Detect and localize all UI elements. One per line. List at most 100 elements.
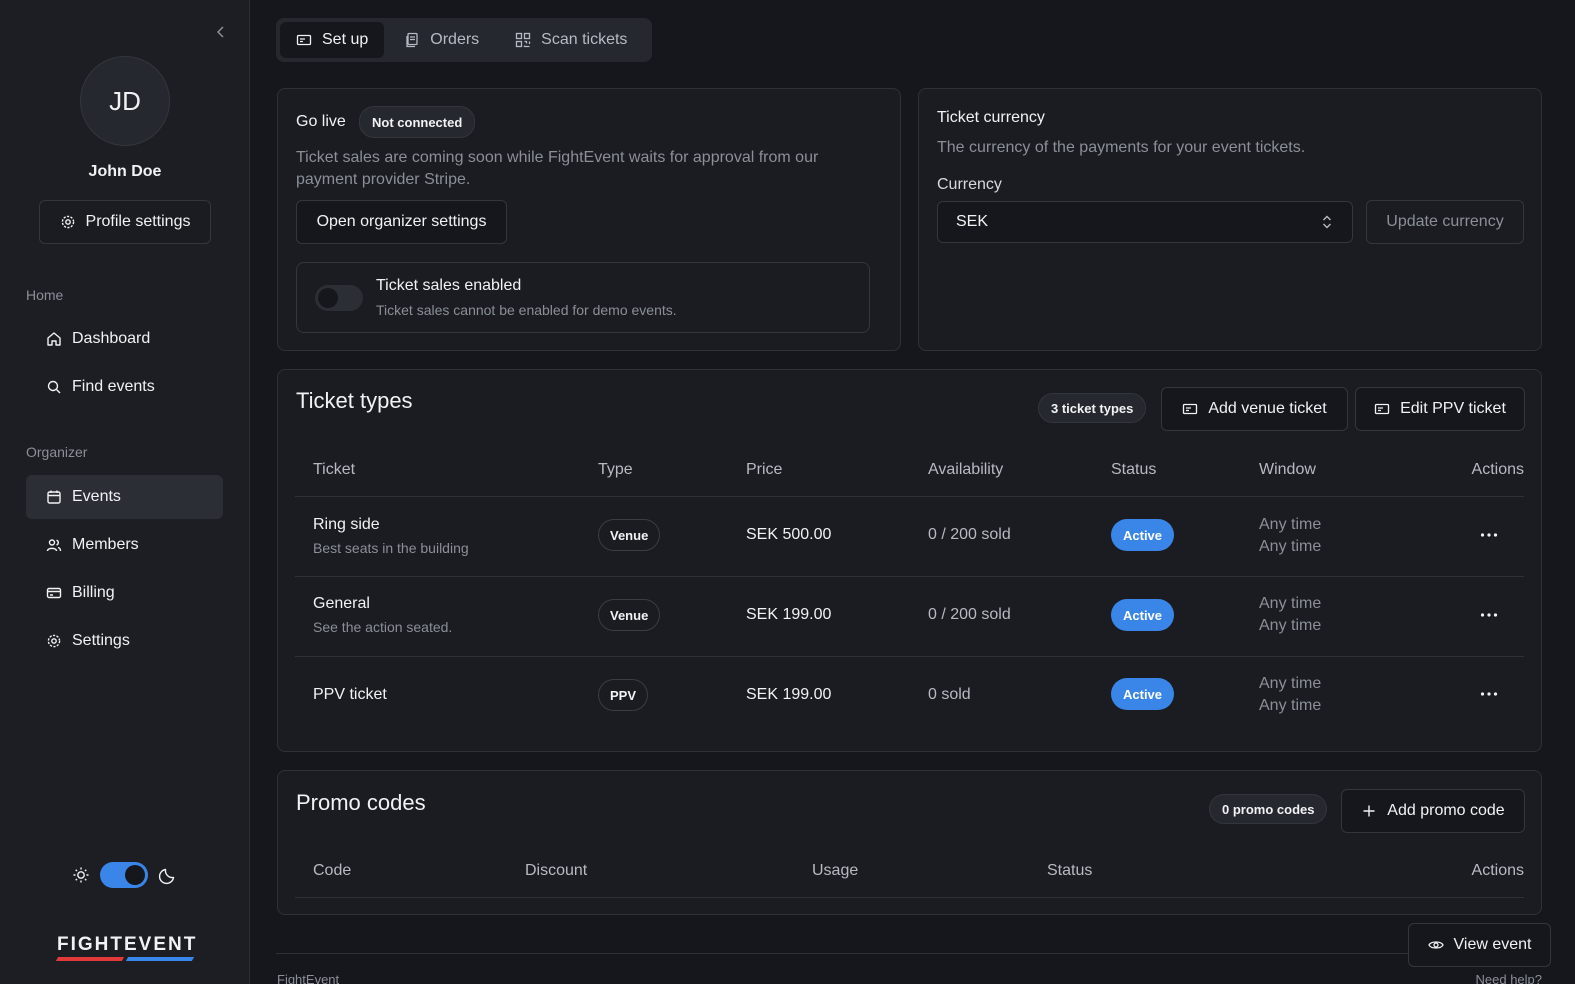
column-header-ticket: Ticket	[313, 461, 356, 478]
logo-text: FIGHTEVENT	[57, 934, 198, 955]
sidebar-item-billing[interactable]: Billing	[26, 571, 223, 615]
tab-scan-tickets[interactable]: Scan tickets	[499, 22, 643, 58]
tab-label: Set up	[322, 31, 369, 48]
button-label: View event	[1453, 936, 1532, 953]
event-tabs: Set up Orders Scan tickets	[276, 18, 652, 62]
column-header-actions: Actions	[1471, 862, 1524, 879]
status-badge: Active	[1111, 519, 1175, 551]
ticket-icon	[1183, 403, 1198, 415]
nav-section-organizer: Organizer	[26, 444, 88, 460]
column-header-availability: Availability	[928, 461, 1004, 478]
plus-icon	[1363, 805, 1375, 817]
footer-divider	[276, 953, 1542, 954]
sidebar-item-label: Dashboard	[72, 330, 151, 347]
ticket-availability: 0 sold	[928, 686, 971, 703]
row-actions-menu-icon[interactable]	[1477, 603, 1501, 627]
search-icon	[47, 380, 61, 394]
column-header-status: Status	[1047, 862, 1093, 879]
view-event-button[interactable]: View event	[1408, 923, 1551, 967]
ticket-description: Best seats in the building	[313, 540, 469, 556]
ticket-sales-toggle-label: Ticket sales enabled	[376, 277, 522, 294]
ticket-availability: 0 / 200 sold	[928, 606, 1011, 623]
ticket-price: SEK 199.00	[746, 606, 832, 623]
column-header-type: Type	[598, 461, 633, 478]
sidebar-item-find-events[interactable]: Find events	[26, 365, 223, 409]
sidebar-item-label: Settings	[72, 632, 130, 649]
sidebar: JD John Doe Profile settings Home Dashbo…	[0, 0, 250, 984]
user-name: John Doe	[88, 163, 162, 180]
tab-label: Scan tickets	[541, 31, 628, 48]
dark-mode-switch[interactable]	[100, 862, 148, 888]
avatar-initials: JD	[109, 85, 141, 116]
edit-ppv-ticket-button[interactable]: Edit PPV ticket	[1355, 387, 1525, 431]
window-start: Any time	[1259, 595, 1322, 612]
qr-icon	[516, 32, 531, 48]
row-actions-menu-icon[interactable]	[1477, 523, 1501, 547]
promo-codes-title: Promo codes	[296, 790, 426, 815]
open-organizer-settings-button[interactable]: Open organizer settings	[296, 200, 507, 244]
button-label: Add promo code	[1387, 802, 1505, 819]
row-divider	[295, 576, 1524, 577]
button-label: Edit PPV ticket	[1400, 400, 1506, 417]
eye-icon	[1427, 941, 1444, 949]
go-live-description: Ticket sales are coming soon while Fight…	[296, 149, 819, 188]
window-start: Any time	[1259, 516, 1322, 533]
ticket-sales-toggle[interactable]	[315, 285, 363, 311]
tab-orders[interactable]: Orders	[388, 22, 495, 58]
ticket-icon	[1374, 403, 1390, 415]
currency-title: Ticket currency	[937, 109, 1045, 126]
sidebar-item-label: Events	[72, 488, 121, 505]
tab-set-up[interactable]: Set up	[280, 22, 385, 58]
update-currency-button[interactable]: Update currency	[1366, 200, 1524, 244]
currency-description: The currency of the payments for your ev…	[937, 139, 1306, 156]
tab-label: Orders	[430, 31, 480, 48]
collapse-sidebar-icon[interactable]	[213, 24, 229, 40]
column-header-price: Price	[746, 461, 783, 478]
sidebar-item-members[interactable]: Members	[26, 523, 223, 567]
connection-status-badge: Not connected	[359, 106, 476, 138]
ticket-price: SEK 500.00	[746, 526, 832, 543]
ticket-sales-toggle-description: Ticket sales cannot be enabled for demo …	[376, 302, 677, 318]
profile-settings-button[interactable]: Profile settings	[39, 200, 211, 244]
window-end: Any time	[1259, 697, 1322, 714]
header-divider	[295, 496, 1524, 497]
users-icon	[46, 539, 62, 552]
ticket-name: Ring side	[313, 516, 380, 533]
fightevent-logo: FIGHTEVENT	[55, 934, 198, 961]
ticket-type-badge: Venue	[598, 519, 661, 551]
sidebar-item-label: Members	[72, 536, 139, 553]
row-actions-menu-icon[interactable]	[1477, 682, 1501, 706]
credit-card-icon	[46, 587, 62, 599]
ticket-availability: 0 / 200 sold	[928, 526, 1011, 543]
sun-icon[interactable]	[72, 866, 90, 884]
row-divider	[295, 656, 1524, 657]
button-label: Add venue ticket	[1208, 400, 1327, 417]
status-badge: Active	[1111, 678, 1175, 710]
sidebar-item-settings[interactable]: Settings	[26, 619, 223, 663]
ticket-types-title: Ticket types	[296, 388, 413, 413]
chevron-up-down-icon	[1323, 215, 1331, 229]
ticket-type-badge: PPV	[598, 679, 649, 711]
currency-select[interactable]: SEK	[937, 201, 1353, 243]
button-label: Update currency	[1386, 213, 1504, 230]
ticket-name: PPV ticket	[313, 686, 387, 703]
sidebar-item-label: Find events	[72, 378, 155, 395]
add-promo-code-button[interactable]: Add promo code	[1341, 789, 1525, 833]
window-end: Any time	[1259, 617, 1322, 634]
promo-codes-count-badge: 0 promo codes	[1209, 794, 1328, 824]
home-icon	[47, 332, 61, 346]
status-badge: Active	[1111, 599, 1175, 631]
ticket-type-badge: Venue	[598, 599, 661, 631]
ticket-price: SEK 199.00	[746, 686, 832, 703]
column-header-code: Code	[313, 862, 352, 879]
sidebar-item-events[interactable]: Events	[26, 475, 223, 519]
currency-select-value: SEK	[956, 213, 989, 230]
button-label: Open organizer settings	[316, 213, 487, 230]
ticket-types-count-badge: 3 ticket types	[1038, 393, 1147, 423]
avatar[interactable]: JD	[80, 56, 170, 146]
add-venue-ticket-button[interactable]: Add venue ticket	[1161, 387, 1348, 431]
moon-icon[interactable]	[158, 865, 178, 885]
ticket-sales-toggle-box: Ticket sales enabled Ticket sales cannot…	[296, 262, 870, 333]
sidebar-item-dashboard[interactable]: Dashboard	[26, 317, 223, 361]
need-help-link[interactable]: Need help?	[1476, 972, 1543, 984]
